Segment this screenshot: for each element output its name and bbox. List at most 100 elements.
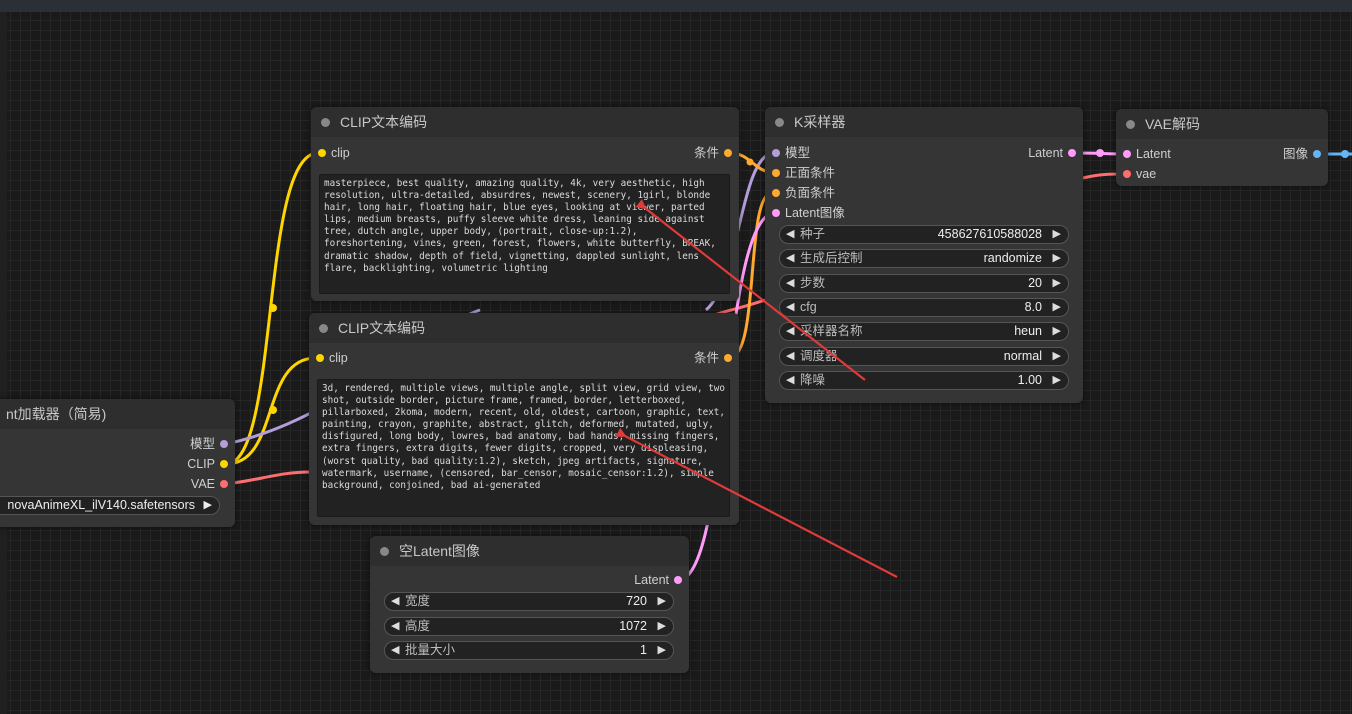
output-latent[interactable]: Latent [634, 572, 682, 588]
arrow-left-icon[interactable]: ◀ [391, 618, 399, 635]
collapse-dot-icon[interactable] [775, 118, 784, 127]
arrow-right-icon[interactable]: ▶ [1053, 250, 1061, 267]
input-clip-dot[interactable] [318, 149, 326, 157]
input-model-label: 模型 [785, 146, 811, 160]
arrow-left-icon[interactable]: ◀ [786, 275, 794, 292]
output-vae[interactable]: VAE [191, 476, 228, 492]
output-conditioning[interactable]: 条件 [694, 350, 732, 366]
node-vae-decode[interactable]: VAE解码 Latent vae 图像 [1116, 109, 1328, 186]
input-positive-label: 正面条件 [785, 166, 836, 180]
arrow-left-icon[interactable]: ◀ [786, 226, 794, 243]
arrow-right-icon[interactable]: ▶ [1053, 275, 1061, 292]
prompt-textarea-negative[interactable]: 3d, rendered, multiple views, multiple a… [317, 379, 730, 517]
input-positive-dot[interactable] [772, 169, 780, 177]
clip-neg-title: CLIP文本编码 [338, 320, 426, 336]
node-title[interactable]: nt加载器（简易) [0, 399, 235, 429]
empty-latent-title: 空Latent图像 [399, 543, 480, 559]
input-vae-label: vae [1136, 167, 1157, 181]
arrow-left-icon[interactable]: ◀ [786, 323, 794, 340]
arrow-left-icon[interactable]: ◀ [391, 593, 399, 610]
arrow-right-icon[interactable]: ▶ [658, 618, 666, 635]
input-latent[interactable]: Latent图像 [772, 205, 845, 221]
arrow-right-icon[interactable]: ▶ [204, 497, 212, 514]
node-clip-text-encode-negative[interactable]: CLIP文本编码 clip 条件 3d, rendered, multiple … [309, 313, 739, 525]
node-title[interactable]: VAE解码 [1116, 109, 1328, 139]
output-conditioning-dot[interactable] [724, 149, 732, 157]
node-empty-latent-image[interactable]: 空Latent图像 Latent ◀ 宽度 720 ▶ ◀ 高度 1072 ▶ ◀ 批量大小 1… [370, 536, 689, 673]
input-latent[interactable]: Latent [1123, 146, 1171, 162]
node-checkpoint-loader[interactable]: nt加载器（简易) 模型 CLIP VAE novaAnimeXL_ilV140… [0, 399, 235, 527]
vae-decode-title: VAE解码 [1145, 116, 1200, 132]
arrow-right-icon[interactable]: ▶ [658, 642, 666, 659]
widget-scheduler[interactable]: ◀ 调度器 normal ▶ [779, 347, 1069, 366]
output-latent-dot[interactable] [674, 576, 682, 584]
input-negative-dot[interactable] [772, 189, 780, 197]
output-conditioning[interactable]: 条件 [694, 145, 732, 161]
input-negative[interactable]: 负面条件 [772, 185, 835, 201]
wire-vae [225, 470, 311, 486]
collapse-dot-icon[interactable] [321, 118, 330, 127]
arrow-left-icon[interactable]: ◀ [391, 642, 399, 659]
arrow-left-icon[interactable]: ◀ [786, 299, 794, 316]
input-vae[interactable]: vae [1123, 166, 1157, 182]
input-latent-dot[interactable] [1123, 150, 1131, 158]
input-clip-dot[interactable] [316, 354, 324, 362]
arrow-left-icon[interactable]: ◀ [786, 348, 794, 365]
widget-label: 调度器 [800, 349, 838, 363]
input-clip-label: clip [329, 351, 348, 365]
collapse-dot-icon[interactable] [380, 547, 389, 556]
output-model[interactable]: 模型 [190, 436, 228, 452]
output-model-dot[interactable] [220, 440, 228, 448]
node-title[interactable]: K采样器 [765, 107, 1083, 137]
output-conditioning-dot[interactable] [724, 354, 732, 362]
widget-label: 宽度 [405, 594, 431, 608]
input-latent-label: Latent图像 [785, 206, 845, 220]
arrow-right-icon[interactable]: ▶ [1053, 226, 1061, 243]
output-image-dot[interactable] [1313, 150, 1321, 158]
arrow-right-icon[interactable]: ▶ [1053, 299, 1061, 316]
widget-label: 生成后控制 [800, 251, 863, 265]
output-clip[interactable]: CLIP [187, 456, 228, 472]
widget-value: 1 [640, 643, 647, 657]
widget-control-after-generate[interactable]: ◀ 生成后控制 randomize ▶ [779, 249, 1069, 268]
collapse-dot-icon[interactable] [1126, 120, 1135, 129]
widget-seed[interactable]: ◀ 种子 458627610588028 ▶ [779, 225, 1069, 244]
ckpt-name-combo[interactable]: novaAnimeXL_ilV140.safetensors ▶ [0, 496, 220, 515]
input-vae-dot[interactable] [1123, 170, 1131, 178]
widget-value: 20 [1028, 276, 1042, 290]
node-title[interactable]: CLIP文本编码 [311, 107, 739, 137]
arrow-right-icon[interactable]: ▶ [1053, 372, 1061, 389]
ksampler-title: K采样器 [794, 114, 846, 130]
widget-steps[interactable]: ◀ 步数 20 ▶ [779, 274, 1069, 293]
widget-value: 1.00 [1017, 373, 1042, 387]
output-vae-dot[interactable] [220, 480, 228, 488]
arrow-left-icon[interactable]: ◀ [786, 372, 794, 389]
input-model-dot[interactable] [772, 149, 780, 157]
output-latent-dot[interactable] [1068, 149, 1076, 157]
input-model[interactable]: 模型 [772, 145, 811, 161]
arrow-right-icon[interactable]: ▶ [1053, 323, 1061, 340]
input-clip[interactable]: clip [318, 145, 350, 161]
output-latent[interactable]: Latent [1028, 145, 1076, 161]
widget-denoise[interactable]: ◀ 降噪 1.00 ▶ [779, 371, 1069, 390]
node-ksampler[interactable]: K采样器 模型 正面条件 负面条件 Latent图像 Latent ◀ 种子 458… [765, 107, 1083, 403]
widget-height[interactable]: ◀ 高度 1072 ▶ [384, 617, 674, 636]
widget-batch-size[interactable]: ◀ 批量大小 1 ▶ [384, 641, 674, 660]
prompt-textarea-positive[interactable]: masterpiece, best quality, amazing quali… [319, 174, 730, 294]
arrow-right-icon[interactable]: ▶ [1053, 348, 1061, 365]
node-title[interactable]: 空Latent图像 [370, 536, 689, 566]
widget-cfg[interactable]: ◀ cfg 8.0 ▶ [779, 298, 1069, 317]
node-clip-text-encode-positive[interactable]: CLIP文本编码 clip 条件 masterpiece, best quali… [311, 107, 739, 301]
arrow-right-icon[interactable]: ▶ [658, 593, 666, 610]
output-image[interactable]: 图像 [1283, 146, 1321, 162]
input-latent-dot[interactable] [772, 209, 780, 217]
output-clip-dot[interactable] [220, 460, 228, 468]
collapse-dot-icon[interactable] [319, 324, 328, 333]
input-clip[interactable]: clip [316, 350, 348, 366]
widget-width[interactable]: ◀ 宽度 720 ▶ [384, 592, 674, 611]
node-title[interactable]: CLIP文本编码 [309, 313, 739, 343]
widget-value: normal [1003, 349, 1042, 363]
input-positive[interactable]: 正面条件 [772, 165, 836, 181]
widget-sampler-name[interactable]: ◀ 采样器名称 heun ▶ [779, 322, 1069, 341]
arrow-left-icon[interactable]: ◀ [786, 250, 794, 267]
